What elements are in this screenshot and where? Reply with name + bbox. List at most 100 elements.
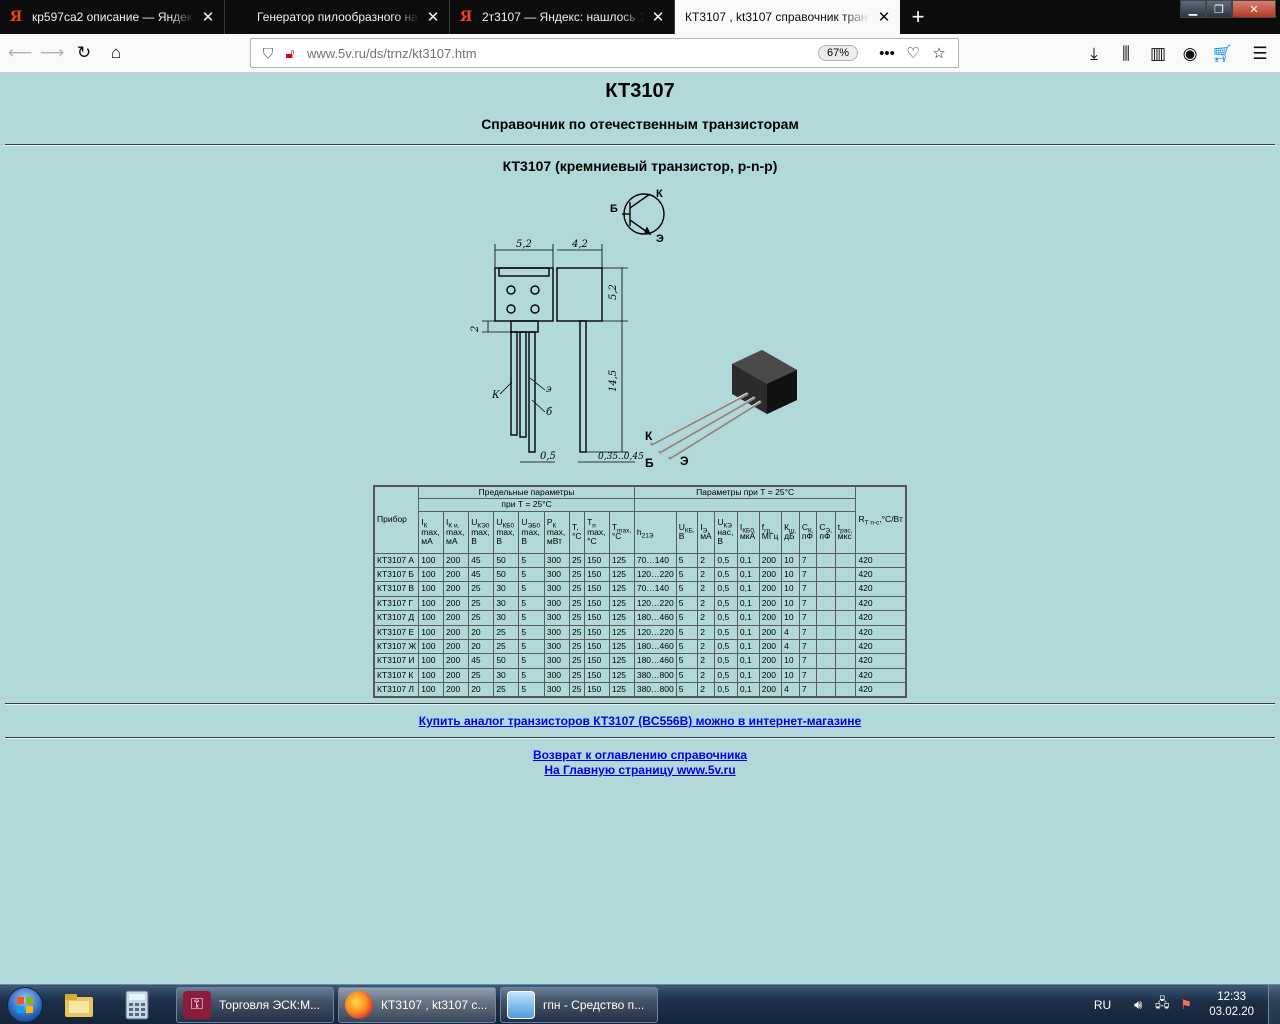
- table-cell: 25: [568, 595, 586, 612]
- table-cell: 0,1: [736, 552, 760, 569]
- task-snipping-tool[interactable]: гпн - Средство п...: [500, 986, 658, 1023]
- table-cell: 5: [518, 610, 545, 626]
- library-icon[interactable]: ⫼: [1110, 39, 1142, 69]
- clock[interactable]: 12:33 03.02.20: [1209, 990, 1254, 1020]
- table-cell: [816, 667, 836, 684]
- parameters-table: Прибор Предельные параметры Параметры пр…: [373, 485, 907, 699]
- close-icon[interactable]: ✕: [650, 8, 666, 26]
- table-cell: 420: [855, 682, 907, 698]
- back-to-index-link[interactable]: Возврат к оглавлению справочника: [0, 748, 1280, 762]
- table-cell: [834, 595, 857, 612]
- tab-generator[interactable]: Генератор пилообразного нап ✕: [225, 0, 450, 34]
- table-cell: 420: [855, 567, 907, 583]
- symbol-emitter-label: Э: [656, 233, 664, 245]
- table-cell: 150: [584, 639, 610, 655]
- table-cell: 420: [855, 581, 907, 597]
- site-info-shield-icon[interactable]: ⛉: [257, 45, 279, 62]
- tab-title: 2т3107 — Яндекс: нашлось 14: [482, 10, 644, 24]
- home-link[interactable]: На Главную страницу www.5v.ru: [0, 763, 1280, 777]
- table-cell: 420: [855, 624, 907, 641]
- task-firefox[interactable]: КТ3107 , kt3107 с...: [338, 986, 496, 1023]
- reload-icon[interactable]: ↻: [68, 38, 100, 68]
- column-header: fгр, МГц: [758, 510, 783, 554]
- column-header: IК max, мА: [418, 510, 445, 554]
- device-name-cell: КТ3107 Ж: [373, 639, 420, 655]
- tab-yandex-2t3107[interactable]: Я 2т3107 — Яндекс: нашлось 14 ✕: [450, 0, 675, 34]
- table-cell: 5: [518, 567, 545, 583]
- show-desktop-button[interactable]: [1268, 985, 1280, 1024]
- home-icon[interactable]: ⌂: [100, 38, 132, 68]
- page-actions-icon[interactable]: •••: [874, 45, 900, 62]
- table-cell: 200: [758, 610, 783, 626]
- table-cell: 0,1: [736, 595, 760, 612]
- table-cell: 5: [518, 639, 545, 655]
- table-cell: 2: [697, 624, 716, 641]
- insecure-lock-icon[interactable]: 🔓︎: [279, 45, 301, 62]
- account-icon[interactable]: ◉: [1174, 39, 1206, 69]
- page-subtitle: Справочник по отечественным транзисторам: [481, 116, 799, 132]
- table-cell: 45: [468, 653, 495, 669]
- tab-title: кр597са2 описание — Яндекс: [32, 10, 194, 24]
- table-cell: 125: [608, 595, 635, 612]
- network-icon[interactable]: 🖧: [1151, 994, 1173, 1016]
- start-button[interactable]: [0, 985, 50, 1024]
- clock-time: 12:33: [1217, 991, 1246, 1003]
- new-tab-button[interactable]: +: [900, 0, 936, 34]
- downloads-icon[interactable]: ⤓: [1078, 39, 1110, 69]
- table-cell: 70…140: [633, 581, 677, 597]
- table-cell: 120…220: [633, 595, 677, 612]
- zoom-level-badge[interactable]: 67%: [817, 45, 858, 61]
- table-cell: 7: [798, 682, 818, 698]
- cart-icon[interactable]: 🛒︎: [1206, 39, 1238, 69]
- tab-yandex-kr597[interactable]: Я кр597са2 описание — Яндекс ✕: [0, 0, 225, 34]
- table-cell: 25: [568, 639, 586, 655]
- table-cell: 5: [675, 682, 699, 698]
- calculator-pinned[interactable]: [108, 986, 166, 1024]
- table-cell: 0,1: [736, 667, 760, 684]
- sidebar-icon[interactable]: ▥: [1142, 39, 1174, 69]
- window-close-icon[interactable]: ✕: [1232, 0, 1276, 18]
- menu-icon[interactable]: ☰: [1244, 39, 1276, 69]
- table-cell: 0,5: [714, 610, 738, 626]
- table-cell: 125: [608, 581, 635, 597]
- tab-title: Генератор пилообразного нап: [257, 10, 419, 24]
- volume-icon[interactable]: 🔊︎: [1127, 997, 1149, 1013]
- table-cell: 0,1: [736, 653, 760, 669]
- table-cell: 125: [608, 639, 635, 655]
- side-view-body: [556, 267, 603, 322]
- forward-icon[interactable]: ⟶: [36, 38, 68, 68]
- bookmark-star-icon[interactable]: ☆: [926, 44, 952, 62]
- table-cell: 0,5: [714, 682, 738, 698]
- table-cell: 25: [568, 567, 586, 583]
- tab-kt3107[interactable]: КТ3107 , kt3107 справочник транз ✕: [675, 0, 900, 34]
- restore-icon[interactable]: ❐: [1206, 0, 1232, 18]
- table-cell: 420: [855, 595, 907, 612]
- key-app-icon: ⚿: [183, 990, 211, 1019]
- close-icon[interactable]: ✕: [200, 8, 216, 26]
- task-1c-app[interactable]: ⚿ Торговля ЭСК:М...: [176, 986, 334, 1023]
- action-center-flag-icon[interactable]: ⚑: [1175, 997, 1197, 1013]
- address-bar[interactable]: ⛉ 🔓︎ www.5v.ru/ds/trnz/kt3107.htm 67% ••…: [250, 38, 959, 68]
- table-cell: [834, 667, 857, 684]
- language-indicator[interactable]: RU: [1094, 998, 1111, 1012]
- close-icon[interactable]: ✕: [876, 8, 892, 26]
- table-cell: 300: [543, 667, 571, 684]
- pocket-icon[interactable]: ♡: [900, 44, 926, 62]
- buy-analog-link[interactable]: Купить аналог транзисторов КТ3107 (BC556…: [0, 714, 1280, 728]
- table-cell: 7: [798, 552, 818, 569]
- table-cell: 100: [418, 653, 445, 669]
- table-cell: 125: [608, 653, 635, 669]
- close-icon[interactable]: ✕: [425, 8, 441, 26]
- table-cell: 10: [781, 567, 800, 583]
- table-cell: 125: [608, 682, 635, 698]
- table-cell: 20: [468, 682, 495, 698]
- header-limits-sub: при Т = 25°С: [418, 498, 635, 512]
- dim-lead-thickness-label: 0,35..0,45: [598, 452, 644, 462]
- explorer-pinned[interactable]: [50, 986, 108, 1024]
- url-text[interactable]: www.5v.ru/ds/trnz/kt3107.htm: [307, 46, 818, 61]
- table-cell: [816, 624, 836, 641]
- table-cell: 0,1: [736, 581, 760, 597]
- back-icon[interactable]: ⟵: [4, 38, 36, 68]
- minimize-icon[interactable]: ▁: [1180, 0, 1206, 18]
- table-cell: 5: [518, 595, 545, 612]
